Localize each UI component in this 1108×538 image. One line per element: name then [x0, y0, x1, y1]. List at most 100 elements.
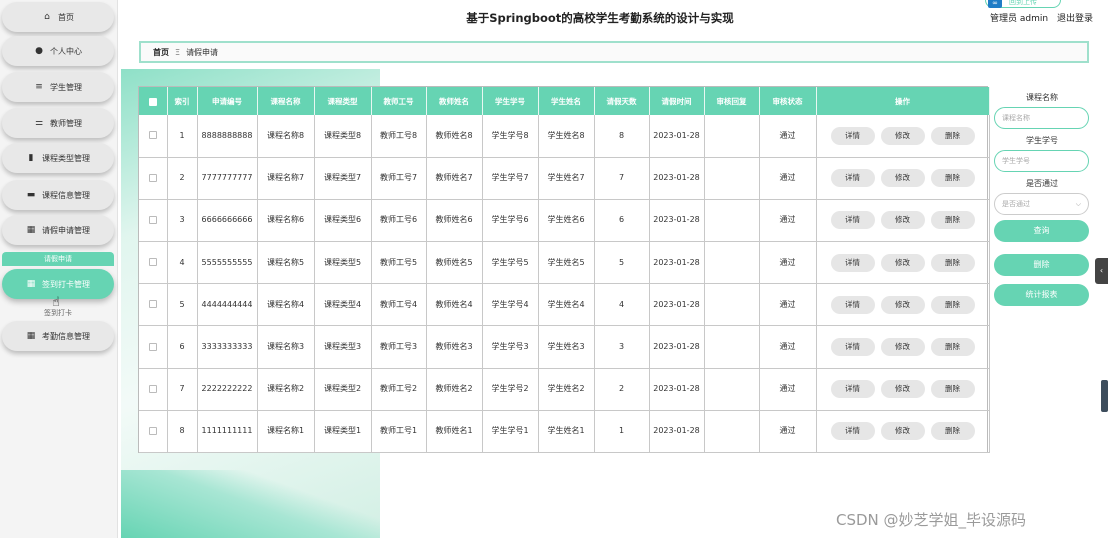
course-name-input[interactable]: 课程名称: [994, 107, 1089, 129]
detail-button[interactable]: 详情: [830, 380, 875, 399]
cell-sno: 学生学号2: [482, 368, 539, 411]
side-toolbar[interactable]: [1101, 380, 1108, 412]
sidebar-item-3[interactable]: ≡ 学生管理: [2, 72, 114, 102]
cell-tname: 教师姓名7: [426, 157, 483, 200]
detail-button[interactable]: 详情: [830, 253, 875, 272]
sidebar-item-1[interactable]: ⌂ 首页: [2, 2, 114, 32]
row-checkbox[interactable]: [139, 410, 168, 454]
sidebar-item-6[interactable]: ▬ 课程信息管理: [2, 180, 114, 210]
delete-button[interactable]: 删除: [930, 211, 975, 230]
edit-button[interactable]: 修改: [880, 253, 925, 272]
edit-button[interactable]: 修改: [880, 338, 925, 357]
edit-button[interactable]: 修改: [880, 211, 925, 230]
row-checkbox[interactable]: [139, 199, 168, 243]
edit-button[interactable]: 修改: [880, 169, 925, 188]
detail-button[interactable]: 详情: [830, 169, 875, 188]
cell-reply: [704, 368, 760, 411]
cell-tname: 教师姓名6: [426, 199, 483, 243]
detail-button[interactable]: 详情: [830, 295, 875, 314]
cell-tno: 教师工号7: [371, 157, 427, 200]
cell-code: 4444444444: [197, 283, 258, 327]
cell-time: 2023-01-28: [649, 115, 705, 158]
cell-tno: 教师工号1: [371, 410, 427, 454]
cell-time: 2023-01-28: [649, 325, 705, 369]
delete-button[interactable]: 删除: [930, 380, 975, 399]
sidebar-item-4[interactable]: ⚌ 教师管理: [2, 108, 114, 138]
grid-icon: ▦: [26, 279, 36, 289]
cell-status: 通过: [759, 241, 817, 285]
cell-tno: 教师工号2: [371, 368, 427, 411]
row-checkbox[interactable]: [139, 283, 168, 327]
delete-button[interactable]: 删除: [930, 169, 975, 188]
delete-button[interactable]: 删除: [930, 126, 975, 145]
passed-select[interactable]: 是否通过 ⌵: [994, 193, 1089, 215]
breadcrumb-home[interactable]: 首页: [153, 47, 169, 58]
detail-button[interactable]: 详情: [830, 211, 875, 230]
sidebar-item-2[interactable]: ● 个人中心: [2, 36, 114, 66]
table-header-row: 索引 申请编号 课程名称 课程类型 教师工号 教师姓名 学生学号 学生姓名 请假天数 请假时间 审核…: [139, 87, 990, 115]
sliders-icon: ⚌: [34, 118, 44, 128]
cell-ctype: 课程类型7: [314, 157, 372, 200]
delete-button[interactable]: 删除: [930, 338, 975, 357]
cell-sname: 学生姓名4: [538, 283, 595, 327]
search-panel: 课程名称 课程名称 学生学号 学生学号 是否通过 是否通过 ⌵ 查询 删除 统计…: [994, 90, 1090, 306]
edit-button[interactable]: 修改: [880, 422, 925, 441]
sidebar-item-7[interactable]: ▦ 请假申请管理: [2, 215, 114, 245]
row-checkbox[interactable]: [139, 241, 168, 285]
edit-button[interactable]: 修改: [880, 126, 925, 145]
cell-code: 8888888888: [197, 115, 258, 158]
cell-idx: 4: [167, 241, 198, 285]
sidebar-item-5[interactable]: ▮ 课程类型管理: [2, 143, 114, 173]
cell-sname: 学生姓名3: [538, 325, 595, 369]
cell-tno: 教师工号6: [371, 199, 427, 243]
cell-days: 4: [594, 283, 650, 327]
row-checkbox[interactable]: [139, 115, 168, 158]
logout-link[interactable]: 退出登录: [1057, 14, 1093, 24]
cell-ctype: 课程类型3: [314, 325, 372, 369]
cell-sno: 学生学号3: [482, 325, 539, 369]
cell-reply: [704, 115, 760, 158]
query-button[interactable]: 查询: [994, 220, 1089, 242]
cell-course: 课程名称5: [257, 241, 315, 285]
delete-button[interactable]: 删除: [930, 422, 975, 441]
cell-tname: 教师姓名2: [426, 368, 483, 411]
cell-code: 7777777777: [197, 157, 258, 200]
list-icon: ≡: [35, 82, 43, 92]
edit-button[interactable]: 修改: [880, 295, 925, 314]
table-row: 2 7777777777 课程名称7 课程类型7 教师工号7 教师姓名7 学生学号7 学生姓名…: [139, 157, 990, 200]
batch-delete-button[interactable]: 删除: [994, 254, 1089, 276]
row-checkbox[interactable]: [139, 325, 168, 369]
cell-days: 2: [594, 368, 650, 411]
detail-button[interactable]: 详情: [830, 422, 875, 441]
column-header: 学生姓名: [538, 87, 595, 115]
cell-days: 1: [594, 410, 650, 454]
edit-button[interactable]: 修改: [880, 380, 925, 399]
cell-code: 5555555555: [197, 241, 258, 285]
delete-button[interactable]: 删除: [930, 295, 975, 314]
detail-button[interactable]: 详情: [830, 338, 875, 357]
cell-code: 2222222222: [197, 368, 258, 411]
stats-report-button[interactable]: 统计报表: [994, 284, 1089, 306]
cell-tname: 教师姓名5: [426, 241, 483, 285]
student-no-input[interactable]: 学生学号: [994, 150, 1089, 172]
cell-course: 课程名称1: [257, 410, 315, 454]
cell-actions: 详情 修改 删除: [816, 157, 990, 200]
passed-select-value: 是否通过: [1002, 200, 1030, 208]
row-checkbox[interactable]: [139, 157, 168, 200]
delete-button[interactable]: 删除: [930, 253, 975, 272]
sidebar-item-9[interactable]: ▦ 考勤信息管理: [2, 321, 114, 351]
row-checkbox[interactable]: [139, 368, 168, 411]
sidebar-item-label: 签到打卡管理: [42, 279, 90, 289]
cell-ctype: 课程类型4: [314, 283, 372, 327]
cell-status: 通过: [759, 283, 817, 327]
collapse-tab-icon[interactable]: ‹: [1095, 258, 1108, 284]
cell-code: 3333333333: [197, 325, 258, 369]
submenu-leave-request[interactable]: 请假申请: [2, 252, 114, 266]
cell-reply: [704, 283, 760, 327]
grid-icon: ▦: [26, 331, 36, 341]
detail-button[interactable]: 详情: [830, 126, 875, 145]
column-header: 申请编号: [197, 87, 258, 115]
user-area: 管理员 admin 退出登录: [990, 11, 1099, 24]
select-all-checkbox[interactable]: [139, 87, 168, 115]
column-header: 索引: [167, 87, 198, 115]
